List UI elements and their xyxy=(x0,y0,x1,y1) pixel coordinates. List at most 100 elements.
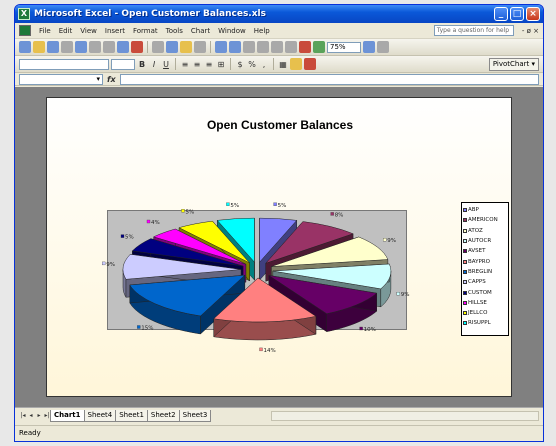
font-color-icon[interactable] xyxy=(304,58,316,70)
slice-label-capps[interactable]: 9% xyxy=(106,262,115,268)
borders-icon[interactable]: ▦ xyxy=(278,60,288,69)
align-center-icon[interactable]: ≡ xyxy=(192,60,202,69)
legend-entry-americon[interactable]: AMERICON xyxy=(463,215,507,225)
menu-tools[interactable]: Tools xyxy=(166,27,183,35)
legend-entry-breglin[interactable]: BREGLIN xyxy=(463,267,507,277)
paste-icon[interactable] xyxy=(180,41,192,53)
menu-file[interactable]: File xyxy=(39,27,51,35)
pie-chart[interactable]: 5% 8% 9% 9% 10% 14% 15% 9% 5% 4% 5% 5% xyxy=(47,98,513,398)
drawing-icon[interactable] xyxy=(313,41,325,53)
percent-icon[interactable]: % xyxy=(247,60,257,69)
email-icon[interactable] xyxy=(75,41,87,53)
legend-entry-autocr[interactable]: AUTOCR xyxy=(463,236,507,246)
options-icon[interactable] xyxy=(377,41,389,53)
copy-icon[interactable] xyxy=(166,41,178,53)
currency-icon[interactable]: $ xyxy=(235,60,245,69)
status-bar: Ready xyxy=(15,425,543,441)
slice-label-custom[interactable]: 5% xyxy=(125,235,134,241)
format-painter-icon[interactable] xyxy=(194,41,206,53)
close-button[interactable]: × xyxy=(526,7,540,21)
legend-entry-jellco[interactable]: JELLCO xyxy=(463,308,507,318)
excel-app-icon[interactable]: X xyxy=(18,8,30,20)
tab-sheet4[interactable]: Sheet4 xyxy=(83,409,117,422)
slice-label-breglin[interactable]: 15% xyxy=(141,326,153,332)
sort-descending-icon[interactable] xyxy=(285,41,297,53)
print-preview-icon[interactable] xyxy=(103,41,115,53)
legend-entry-atoz[interactable]: ATOZ xyxy=(463,226,507,236)
print-icon[interactable] xyxy=(89,41,101,53)
slice-label-atoz[interactable]: 9% xyxy=(387,238,396,244)
name-box[interactable]: ▾ xyxy=(19,73,103,85)
spelling-icon[interactable] xyxy=(117,41,129,53)
slice-label-abp[interactable]: 5% xyxy=(278,203,287,209)
slice-label-americon[interactable]: 8% xyxy=(335,212,344,218)
help-icon[interactable] xyxy=(363,41,375,53)
formula-input[interactable] xyxy=(119,73,539,85)
minimize-button[interactable]: _ xyxy=(494,7,508,21)
sort-ascending-icon[interactable] xyxy=(271,41,283,53)
horizontal-scrollbar[interactable] xyxy=(271,410,539,421)
slice-label-baypro[interactable]: 14% xyxy=(264,348,276,354)
undo-icon[interactable] xyxy=(215,41,227,53)
tab-sheet2[interactable]: Sheet2 xyxy=(146,409,180,422)
redo-icon[interactable] xyxy=(229,41,241,53)
help-search-input[interactable]: Type a question for help xyxy=(433,25,514,36)
fill-color-icon[interactable] xyxy=(290,58,302,70)
formula-bar: ▾ fx xyxy=(15,73,543,86)
menu-help[interactable]: Help xyxy=(254,27,270,35)
pivotchart-button[interactable]: PivotChart ▾ xyxy=(488,57,539,71)
zoom-select[interactable]: 75% xyxy=(327,41,361,53)
merge-center-icon[interactable]: ⊞ xyxy=(216,60,226,69)
document-icon[interactable] xyxy=(19,25,31,36)
legend-entry-capps[interactable]: CAPPS xyxy=(463,277,507,287)
comma-icon[interactable]: , xyxy=(259,60,269,69)
menu-insert[interactable]: Insert xyxy=(105,27,125,35)
slice-label-jellco[interactable]: 5% xyxy=(186,209,195,215)
italic-icon[interactable]: I xyxy=(149,60,159,69)
align-left-icon[interactable]: ≡ xyxy=(180,60,190,69)
window-title: Microsoft Excel - Open Customer Balances… xyxy=(34,9,266,19)
save-icon[interactable] xyxy=(47,41,59,53)
insert-function-icon[interactable]: fx xyxy=(107,75,116,84)
slice-label-key-autocr xyxy=(396,292,400,296)
font-name-select[interactable] xyxy=(19,58,109,70)
slice-label-autocr[interactable]: 9% xyxy=(401,292,410,298)
autosum-icon[interactable] xyxy=(257,41,269,53)
slice-label-avset[interactable]: 10% xyxy=(364,327,376,333)
menu-window[interactable]: Window xyxy=(218,27,246,35)
permission-icon[interactable] xyxy=(61,41,73,53)
first-sheet-button[interactable]: |◂ xyxy=(19,412,27,419)
menu-edit[interactable]: Edit xyxy=(59,27,73,35)
legend-swatch xyxy=(463,259,467,264)
cut-icon[interactable] xyxy=(152,41,164,53)
tab-chart1[interactable]: Chart1 xyxy=(50,409,85,422)
menu-chart[interactable]: Chart xyxy=(191,27,210,35)
prev-sheet-button[interactable]: ◂ xyxy=(27,412,35,419)
legend-entry-avset[interactable]: AVSET xyxy=(463,246,507,256)
chart-wizard-icon[interactable] xyxy=(299,41,311,53)
hyperlink-icon[interactable] xyxy=(243,41,255,53)
legend-entry-abp[interactable]: ABP xyxy=(463,205,507,215)
menu-format[interactable]: Format xyxy=(133,27,158,35)
font-size-select[interactable] xyxy=(111,58,135,70)
legend-entry-baypro[interactable]: BAYPRO xyxy=(463,256,507,266)
research-icon[interactable] xyxy=(131,41,143,53)
legend-entry-custom[interactable]: CUSTOM xyxy=(463,287,507,297)
slice-label-risuppl[interactable]: 5% xyxy=(230,203,239,209)
open-icon[interactable] xyxy=(33,41,45,53)
legend-entry-hillse[interactable]: HILLSE xyxy=(463,298,507,308)
align-right-icon[interactable]: ≡ xyxy=(204,60,214,69)
chart-sheet[interactable]: Open Customer Balances 5% 8% 9% 9% 10% 14% 15%… xyxy=(46,97,512,397)
document-window-controls[interactable]: - ø × xyxy=(522,27,539,35)
chart-legend[interactable]: ABP AMERICON ATOZ AUTOCR AVSET BAYPRO BREGLIN C… xyxy=(461,202,509,336)
menu-view[interactable]: View xyxy=(80,27,97,35)
new-icon[interactable] xyxy=(19,41,31,53)
tab-sheet3[interactable]: Sheet3 xyxy=(178,409,212,422)
underline-icon[interactable]: U xyxy=(161,60,171,69)
maximize-button[interactable]: □ xyxy=(510,7,524,21)
next-sheet-button[interactable]: ▸ xyxy=(35,412,43,419)
bold-icon[interactable]: B xyxy=(137,60,147,69)
tab-sheet1[interactable]: Sheet1 xyxy=(115,409,148,422)
legend-entry-risuppl[interactable]: RISUPPL xyxy=(463,318,507,328)
slice-label-hillse[interactable]: 4% xyxy=(151,220,160,226)
